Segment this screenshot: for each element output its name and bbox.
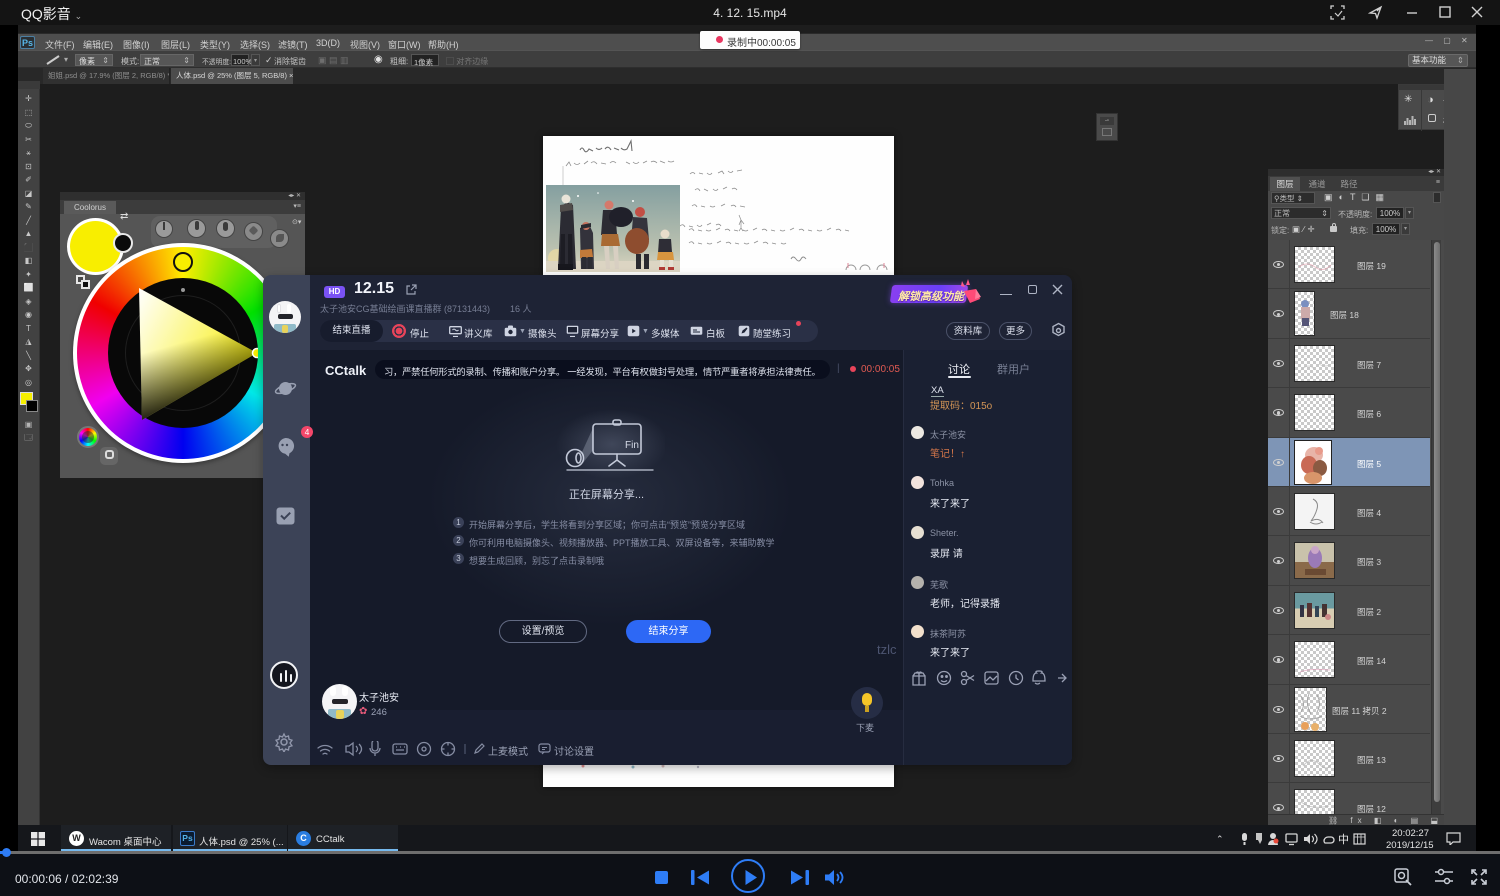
svg-text:中: 中 <box>1338 833 1349 846</box>
svg-text:Fin: Fin <box>625 440 639 451</box>
